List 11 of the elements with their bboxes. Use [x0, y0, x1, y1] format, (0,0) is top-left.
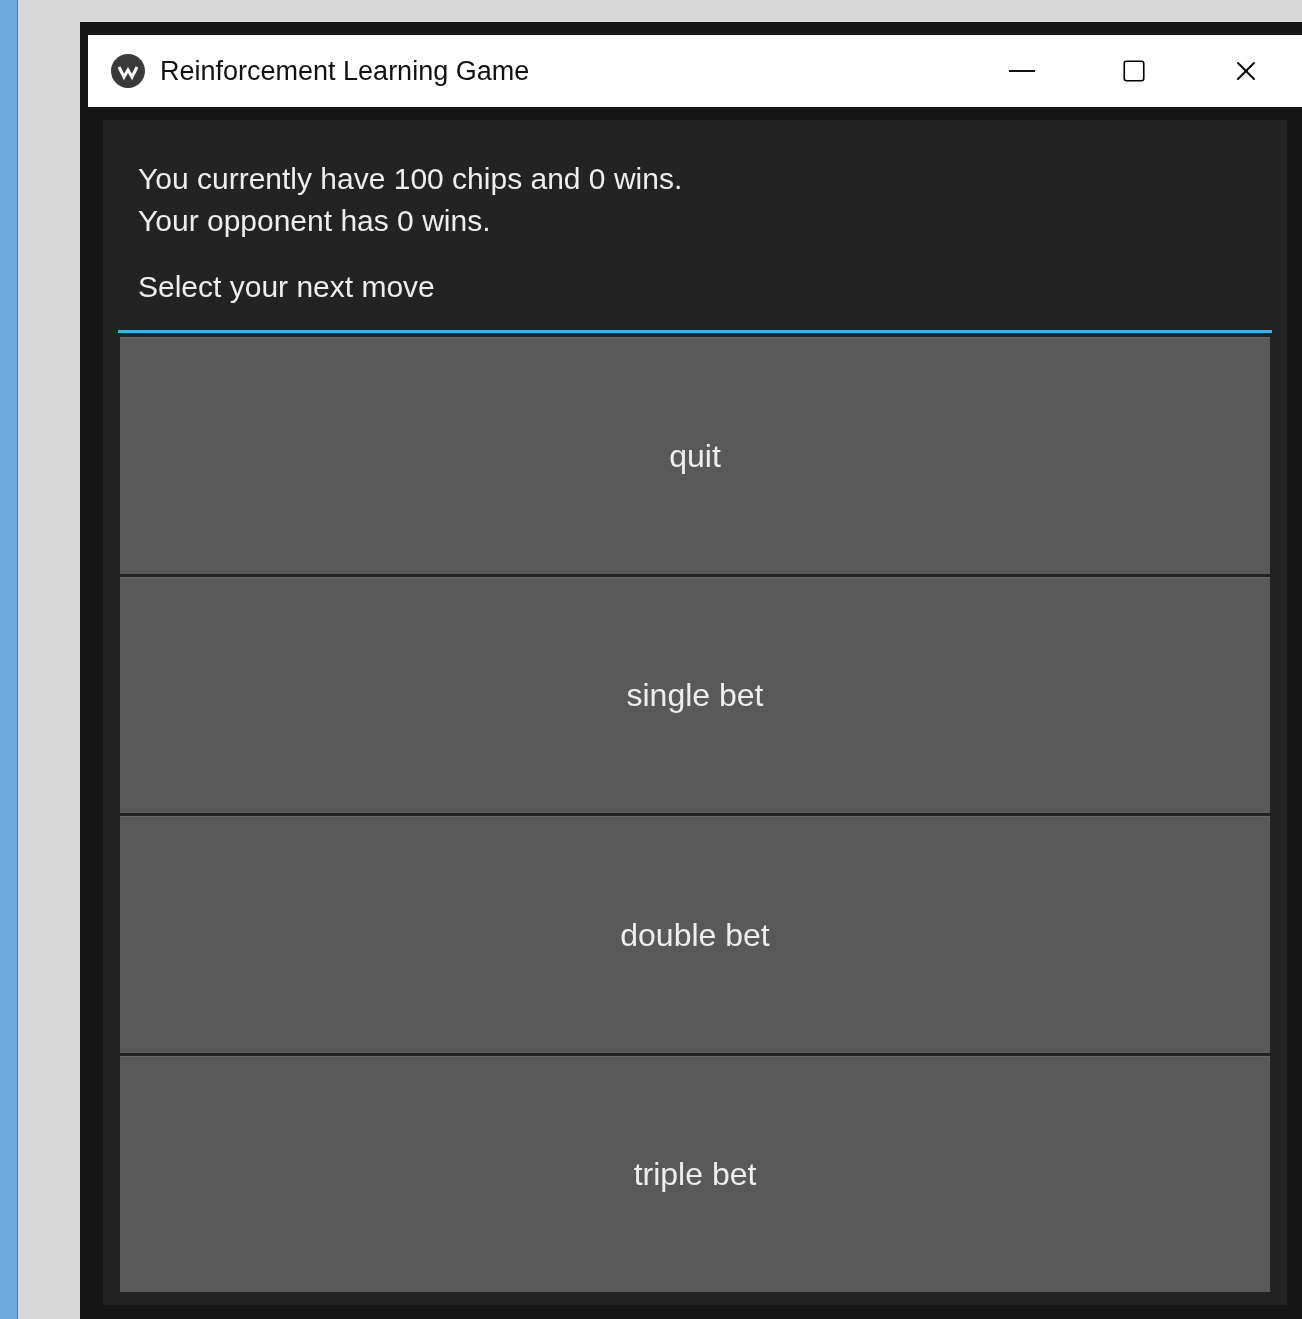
status-line: You currently have 100 chips and 0 wins. [138, 161, 684, 197]
move-button[interactable]: double bet [120, 816, 1270, 1053]
status-line: Your opponent has 0 wins. [138, 203, 492, 239]
move-button[interactable]: single bet [120, 576, 1270, 813]
move-button[interactable]: quit [120, 337, 1270, 574]
minimize-icon [1009, 70, 1035, 72]
move-button[interactable]: triple bet [120, 1055, 1270, 1292]
window-title: Reinforcement Learning Game [160, 54, 530, 88]
maximize-icon [1121, 58, 1147, 84]
prompt-text: Select your next move [138, 269, 436, 305]
app-logo-icon [110, 53, 146, 89]
